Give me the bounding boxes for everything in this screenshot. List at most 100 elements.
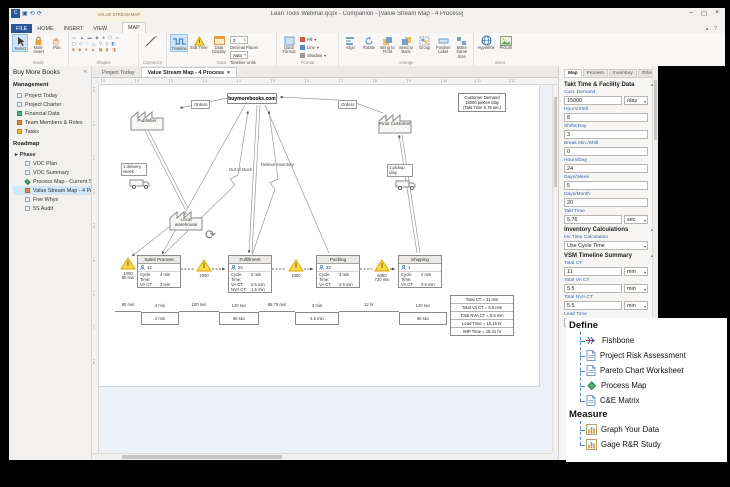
vsm-page[interactable]: buymorebooks.com Orders Orders Publisher… xyxy=(99,85,540,387)
hours-day-input[interactable]: 24 xyxy=(564,164,648,173)
panel-tab-process[interactable]: Process xyxy=(583,69,608,78)
decimal-places-spinner[interactable]: 2⇅ xyxy=(230,36,248,44)
multi-insert-button[interactable]: Multi-Insert xyxy=(30,34,46,55)
sidebar-item-voc-summary[interactable]: VOC Summary xyxy=(13,168,91,177)
redo-icon[interactable]: ⟳ xyxy=(37,10,42,17)
undo-icon[interactable]: ⟲ xyxy=(30,10,35,17)
inventory-triangle-4[interactable]: 6480720 min xyxy=(373,259,391,283)
data-display-button[interactable]: Data Display xyxy=(210,34,228,55)
close-button[interactable]: × xyxy=(715,9,719,17)
cycle-arrow-icon[interactable]: ⟳ xyxy=(205,227,216,243)
sidebar-item-five-whys[interactable]: Five Whys xyxy=(13,195,91,204)
popup-item-gage-rr[interactable]: Gage R&R Study xyxy=(586,437,727,452)
cust-demand-input[interactable]: 15000 xyxy=(564,96,622,105)
shifts-day-input[interactable]: 3 xyxy=(564,130,648,139)
canvas-horizontal-scrollbar[interactable] xyxy=(92,453,552,460)
sidebar-item-tasks[interactable]: Tasks xyxy=(13,127,91,136)
process-sales[interactable]: Sales Process 42 Cycle Time:4 min VA CT:… xyxy=(137,255,181,288)
total-ct-unit-dropdown[interactable]: min▾ xyxy=(624,267,648,276)
sidebar-item-5s-audit[interactable]: 5S Audit xyxy=(13,204,91,213)
shadow-button[interactable]: Shadow ▾ xyxy=(300,52,326,59)
save-icon[interactable]: ▣ xyxy=(22,10,28,17)
total-nva-ct-input[interactable]: 5.5 xyxy=(564,301,622,310)
sidebar-item-project-charter[interactable]: Project Charter xyxy=(13,100,91,109)
process-shipping[interactable]: Shipping 1 Cycle Time:2 min VA CT:0.5 mi… xyxy=(398,255,442,288)
orders-right-box[interactable]: Orders xyxy=(338,100,357,109)
canvas[interactable]: 012345678 xyxy=(92,85,558,460)
quick-format-button[interactable]: Quick Format xyxy=(280,34,298,55)
tab-insert[interactable]: INSERT xyxy=(59,24,89,33)
truck-right[interactable]: 1 pickup/day xyxy=(387,164,421,195)
select-button[interactable]: Select xyxy=(12,34,28,52)
line-button[interactable]: Line ▾ xyxy=(300,44,326,51)
tab-home[interactable]: HOME xyxy=(32,24,58,33)
align-button[interactable]: Align xyxy=(342,34,359,50)
warehouse-shape[interactable]: Localwarehouse xyxy=(169,209,203,236)
send-to-back-button[interactable]: Send to Back xyxy=(398,34,415,55)
out-of-stock-label[interactable]: Out of stock xyxy=(229,167,252,172)
doc-tab-value-stream-map[interactable]: Value Stream Map - 4 Process× xyxy=(141,67,238,77)
help-icon[interactable]: ? xyxy=(714,26,717,32)
sidebar-item-project-today[interactable]: Project Today xyxy=(13,91,91,100)
maximize-button[interactable]: ▢ xyxy=(701,9,707,17)
popup-item-pareto[interactable]: Pareto Chart Worksheet xyxy=(586,363,727,378)
edit-time-button[interactable]: Edit Time xyxy=(190,34,208,50)
popup-item-process-map[interactable]: Process Map xyxy=(586,378,727,393)
takt-time-input[interactable]: 5.76 xyxy=(564,215,622,224)
scrollbar-thumb[interactable] xyxy=(122,455,282,459)
collapse-section-icon[interactable]: ▴ xyxy=(651,82,653,88)
days-month-input[interactable]: 20 xyxy=(564,198,648,207)
sidebar-item-process-map[interactable]: Process Map - Current State xyxy=(13,177,91,186)
pan-button[interactable]: Pan xyxy=(49,34,65,50)
inventory-triangle-1[interactable]: 100080 min xyxy=(119,257,137,281)
collapse-section-icon[interactable]: ▴ xyxy=(651,227,653,233)
customer-demand-note[interactable]: Customer Demand 15000 pieces /day (Takt … xyxy=(458,93,506,112)
publisher-factory[interactable]: Publisher xyxy=(130,109,164,136)
truck-left[interactable]: 1 delivery/week xyxy=(121,163,155,194)
process-packing[interactable]: Packing 32 Cycle Time:3 min VA CT:2.5 mi… xyxy=(316,255,360,288)
timeline-units-dropdown[interactable]: Auto▾ xyxy=(230,51,248,59)
timeline-summary-box[interactable]: Total CT = 11 min Total VA CT = 5.5 min … xyxy=(450,295,514,336)
collapse-ribbon-icon[interactable]: ▴ xyxy=(706,26,709,32)
make-same-size-button[interactable]: Make Same Size xyxy=(453,34,470,59)
close-tab-icon[interactable]: × xyxy=(227,70,230,76)
sidebar-item-team-members[interactable]: Team Members & Roles xyxy=(13,118,91,127)
days-week-input[interactable]: 5 xyxy=(564,181,648,190)
break-min-input[interactable]: 0 xyxy=(564,147,648,156)
process-fulfillment[interactable]: Fulfillment 20 Cycle Time:2 min VA CT:0.… xyxy=(228,255,272,293)
tab-map[interactable]: MAP xyxy=(122,22,146,33)
popup-item-project-risk[interactable]: Project Risk Assessment xyxy=(586,348,727,363)
vsm-summary-section-header[interactable]: VSM Timeline Summary▴ xyxy=(564,253,648,259)
tab-file[interactable]: FILE xyxy=(11,24,32,33)
sidebar-item-financial-data[interactable]: Financial Data xyxy=(13,109,91,118)
total-nva-ct-unit-dropdown[interactable]: min▾ xyxy=(624,301,648,310)
connector-button[interactable] xyxy=(142,34,160,46)
total-va-ct-unit-dropdown[interactable]: min▾ xyxy=(624,284,648,293)
cust-demand-unit-dropdown[interactable]: /day▾ xyxy=(624,96,648,105)
sidebar-item-value-stream-map[interactable]: Value Stream Map - 4 Process xyxy=(13,186,91,195)
collapse-section-icon[interactable]: ▴ xyxy=(651,253,653,259)
popup-item-fishbone[interactable]: Fishbone xyxy=(586,333,727,348)
relieve-inventory-label[interactable]: Relieve inventory xyxy=(261,162,294,167)
inv-time-calc-dropdown[interactable]: Use Cycle Time▾ xyxy=(564,241,648,250)
sidebar-collapse-icon[interactable]: « xyxy=(84,69,87,75)
doc-tab-project-today[interactable]: Project Today xyxy=(96,68,141,77)
takt-time-unit-dropdown[interactable]: sec▾ xyxy=(624,215,648,224)
vsm-timeline[interactable]: 80 min 4 min2 min 100 min 120 sec30 sec … xyxy=(115,301,447,329)
inventory-triangle-3[interactable]: 1000 xyxy=(287,259,305,278)
popup-item-graph-your-data[interactable]: Graph Your Data xyxy=(586,422,727,437)
rotate-button[interactable]: Rotate xyxy=(361,34,378,50)
tab-view[interactable]: VIEW xyxy=(88,24,112,33)
group-button[interactable]: Group xyxy=(416,34,433,50)
shape-gallery[interactable]: ▭ ▲ ▬ ◆ ● ⬠ ▱ ◻ ◇ ○ △ ▽ ▯ ◧ ■ ◆ ● ▲ ◼ ▮ … xyxy=(72,34,120,53)
hours-shift-input[interactable]: 8 xyxy=(564,113,648,122)
position-label-button[interactable]: Position Label xyxy=(435,34,452,55)
picture-button[interactable]: Picture xyxy=(497,34,515,50)
orders-left-box[interactable]: Orders xyxy=(191,100,210,109)
total-va-ct-input[interactable]: 5.5 xyxy=(564,284,622,293)
sidebar-item-voc-plan[interactable]: VOC Plan xyxy=(13,159,91,168)
hub-box[interactable]: buymorebooks.com xyxy=(227,93,277,104)
total-ct-input[interactable]: 11 xyxy=(564,267,622,276)
takt-section-header[interactable]: Takt Time & Facility Data▴ xyxy=(564,82,648,88)
popup-item-ce-matrix[interactable]: C&E Matrix xyxy=(586,393,727,408)
